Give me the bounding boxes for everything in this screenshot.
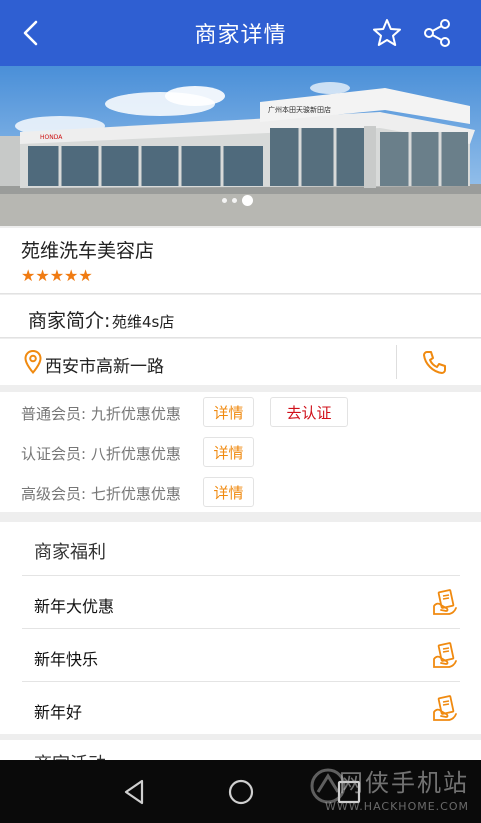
verify-button[interactable]: 去认证 [270, 397, 348, 427]
carousel-dot[interactable] [232, 198, 237, 203]
benefits-section: 商家福利 新年大优惠 新年快乐 新年好 [0, 522, 481, 734]
next-section: 商家活动 [0, 740, 481, 760]
system-nav-bar: 网侠手机站 WWW.HACKHOME.COM [0, 760, 481, 823]
benefit-item[interactable]: 新年好 [22, 681, 460, 733]
detail-button[interactable]: 详情 [203, 437, 254, 467]
coupon-hand-icon[interactable] [432, 588, 458, 616]
app-header: 商家详情 [0, 0, 481, 66]
shop-name: 苑维洗车美容店 [21, 240, 155, 262]
divider [396, 345, 397, 379]
membership-text: 认证会员: 八折优惠优惠 [21, 445, 181, 463]
location-pin-icon [24, 350, 42, 374]
coupon-hand-icon[interactable] [432, 641, 458, 669]
nav-home-icon[interactable] [226, 777, 256, 807]
carousel-dot[interactable] [222, 198, 227, 203]
benefit-item[interactable]: 新年大优惠 [22, 575, 460, 627]
benefits-title: 商家福利 [34, 542, 106, 563]
membership-section: 普通会员: 九折优惠优惠 详情 去认证 认证会员: 八折优惠优惠 详情 高级会员… [0, 392, 481, 512]
address-row[interactable]: 西安市高新一路 [0, 339, 481, 385]
detail-button[interactable]: 详情 [203, 477, 254, 507]
detail-button[interactable]: 详情 [203, 397, 254, 427]
watermark-text: 网侠手机站 [339, 769, 469, 797]
carousel-indicator[interactable] [222, 195, 253, 206]
membership-text: 高级会员: 七折优惠优惠 [21, 485, 181, 503]
benefit-label: 新年好 [34, 703, 83, 722]
page-title: 商家详情 [194, 23, 287, 48]
banner-logo-text: HONDA [40, 134, 63, 141]
shop-intro-row: 商家简介: 苑维4s店 [0, 295, 481, 338]
coupon-hand-icon[interactable] [432, 694, 458, 722]
phone-icon[interactable] [422, 349, 448, 375]
shop-info-card: 苑维洗车美容店 ★★★★★ [0, 228, 481, 294]
rating-stars: ★★★★★ [21, 266, 93, 285]
next-section-title: 商家活动 [34, 750, 106, 760]
star-outline-icon[interactable] [371, 17, 403, 49]
nav-back-icon[interactable] [120, 777, 150, 807]
address-text: 西安市高新一路 [45, 357, 164, 377]
membership-text: 普通会员: 九折优惠优惠 [21, 405, 181, 423]
share-icon[interactable] [421, 17, 453, 49]
intro-value: 苑维4s店 [112, 313, 175, 331]
benefit-label: 新年快乐 [34, 650, 99, 669]
benefit-item[interactable]: 新年快乐 [22, 628, 460, 680]
back-arrow-icon[interactable] [14, 16, 48, 50]
banner-sign-text: 广州本田天骏新田店 [268, 105, 331, 114]
benefit-label: 新年大优惠 [34, 597, 115, 616]
carousel-dot-active[interactable] [242, 195, 253, 206]
intro-label: 商家简介: [28, 310, 111, 332]
watermark-url: WWW.HACKHOME.COM [324, 800, 469, 813]
